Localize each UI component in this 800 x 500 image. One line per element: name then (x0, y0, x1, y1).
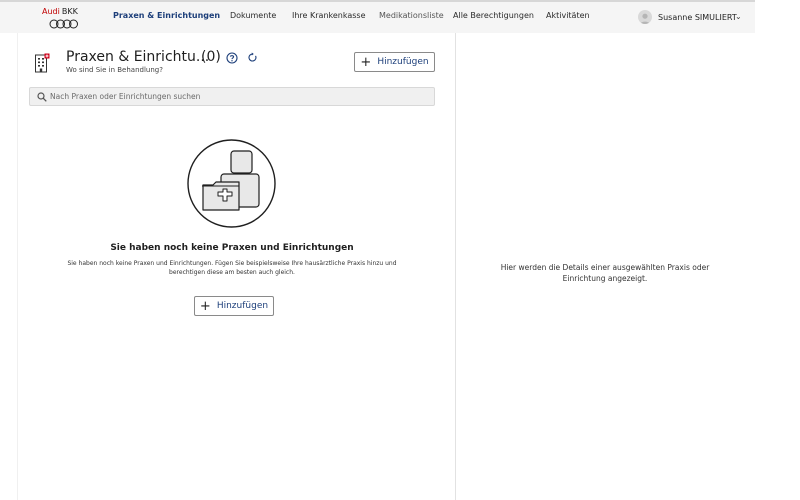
empty-state-add-button-label: Hinzufügen (216, 301, 269, 311)
user-name: Susanne SIMULIERT (658, 13, 737, 22)
refresh-icon[interactable] (247, 52, 258, 63)
left-pane-border (17, 33, 18, 500)
user-silhouette-icon (640, 13, 650, 24)
empty-state-illustration (187, 139, 276, 228)
building-icon (35, 53, 50, 73)
nav-medikationsliste[interactable]: Medikationsliste (379, 11, 444, 20)
details-placeholder-text: Hier werden die Details einer ausgewählt… (500, 263, 710, 283)
search-box[interactable] (29, 87, 435, 106)
search-input[interactable] (50, 90, 430, 103)
add-button-label: Hinzufügen (377, 57, 429, 67)
help-icon[interactable] (226, 52, 238, 64)
avatar (638, 10, 652, 24)
nav-praxen-einrichtungen[interactable]: Praxen & Einrichtungen (113, 11, 220, 20)
empty-state-title: Sie haben noch keine Praxen und Einricht… (110, 243, 354, 253)
nav-alle-berechtigungen[interactable]: Alle Berechtigungen (453, 11, 534, 20)
page-subtitle: Wo sind Sie in Behandlung? (66, 66, 163, 74)
nav-ihre-krankenkasse[interactable]: Ihre Krankenkasse (292, 11, 366, 20)
chevron-down-icon: ⌄ (735, 12, 742, 21)
empty-state-description: Sie haben noch keine Praxen und Einricht… (67, 260, 397, 276)
plus-icon: + (199, 298, 211, 314)
search-icon (37, 92, 47, 102)
audi-bkk-logo[interactable]: Audi BKK (42, 7, 86, 31)
nav-dokumente[interactable]: Dokumente (230, 11, 276, 20)
plus-icon: + (360, 54, 372, 70)
add-button[interactable]: + Hinzufügen (354, 52, 435, 72)
entry-count: (0) (201, 49, 221, 65)
logo-bkk-text: BKK (61, 7, 78, 16)
logo-audi-text: Audi (42, 7, 60, 16)
empty-state-add-button[interactable]: + Hinzufügen (194, 296, 274, 316)
pane-divider (455, 33, 456, 500)
top-navigation-bar: Audi BKK Praxen & Einrichtungen Dokumente… (0, 2, 755, 33)
page-title: Praxen & Einrichtu... (66, 49, 210, 65)
nav-aktivitaeten[interactable]: Aktivitäten (546, 11, 590, 20)
audi-rings-icon (49, 19, 78, 29)
